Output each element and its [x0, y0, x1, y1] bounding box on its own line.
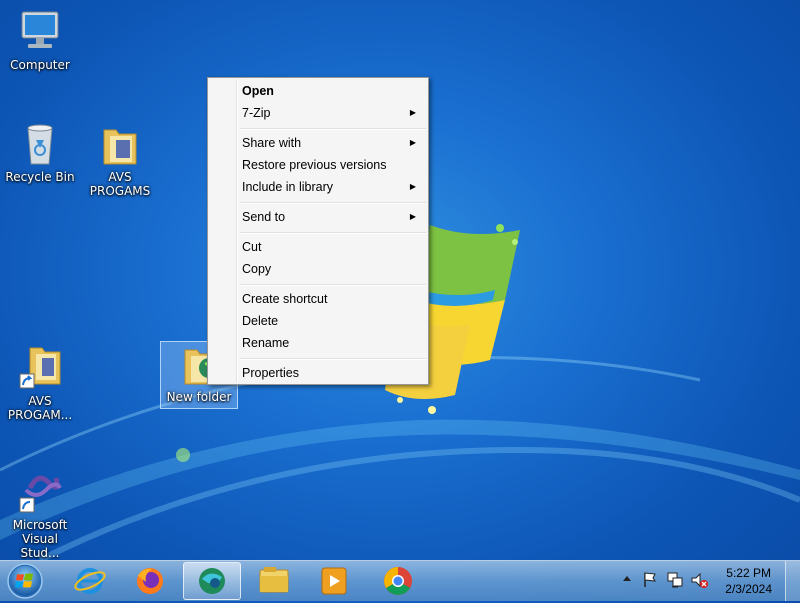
menu-separator — [240, 202, 426, 204]
taskbar-edge[interactable] — [183, 562, 241, 600]
desktop-icon-label: Microsoft Visual Stud... — [12, 518, 68, 560]
menu-separator — [240, 128, 426, 130]
menu-item-properties[interactable]: Properties — [210, 362, 426, 384]
folder-shortcut-icon — [16, 344, 64, 392]
submenu-arrow-icon: ▶ — [409, 182, 416, 191]
menu-item-label: Restore previous versions — [242, 158, 387, 172]
recycle-bin-icon — [16, 120, 64, 168]
desktop-icon-label: Computer — [10, 58, 70, 72]
submenu-arrow-icon: ▶ — [409, 138, 416, 147]
network-icon[interactable] — [666, 571, 684, 592]
desktop-icon-visual-studio[interactable]: Microsoft Visual Stud... — [2, 468, 78, 560]
menu-item-restore-previous-versions[interactable]: Restore previous versions — [210, 154, 426, 176]
desktop-icon-avs-programs-shortcut[interactable]: AVS PROGAM... — [2, 344, 78, 422]
system-tray: 5:22 PM 2/3/2024 — [600, 561, 800, 601]
menu-item-label: Share with — [242, 136, 302, 150]
menu-item-label: Cut — [242, 240, 262, 254]
start-button[interactable] — [5, 562, 45, 600]
internet-explorer-icon — [74, 568, 106, 594]
menu-item-create-shortcut[interactable]: Create shortcut — [210, 288, 426, 310]
taskbar-internet-explorer[interactable] — [62, 562, 118, 600]
taskbar: 5:22 PM 2/3/2024 — [0, 560, 800, 601]
submenu-arrow-icon: ▶ — [409, 212, 416, 221]
menu-item-open[interactable]: Open — [210, 80, 426, 102]
menu-separator — [240, 358, 426, 360]
menu-item-label: Open — [242, 84, 274, 98]
menu-item-label: Properties — [242, 366, 299, 380]
menu-item-label: Send to — [242, 210, 286, 224]
chrome-icon — [384, 567, 412, 595]
edge-icon — [199, 568, 225, 594]
visual-studio-icon — [16, 468, 64, 516]
desktop-icon-label: Recycle Bin — [5, 170, 75, 184]
taskbar-firefox[interactable] — [122, 562, 178, 600]
media-player-icon — [321, 567, 347, 595]
taskbar-media-player[interactable] — [306, 562, 362, 600]
menu-item-label: 7-Zip — [242, 106, 271, 120]
action-center-flag-icon[interactable] — [642, 571, 658, 592]
menu-item-delete[interactable]: Delete — [210, 310, 426, 332]
menu-item-copy[interactable]: Copy — [210, 258, 426, 280]
desktop-icon-label: AVS PROGAMS — [89, 170, 151, 198]
menu-item-label: Copy — [242, 262, 272, 276]
context-menu: Open 7-Zip ▶ Share with ▶ Restore previous… — [207, 77, 429, 385]
windows-start-icon — [7, 563, 43, 599]
clock[interactable]: 5:22 PM 2/3/2024 — [725, 565, 772, 597]
volume-muted-icon[interactable] — [690, 571, 708, 592]
menu-item-send-to[interactable]: Send to ▶ — [210, 206, 426, 228]
file-explorer-icon — [259, 567, 289, 593]
menu-separator — [240, 284, 426, 286]
menu-item-label: Create shortcut — [242, 292, 328, 306]
menu-item-label: Rename — [242, 336, 290, 350]
taskbar-file-explorer[interactable] — [246, 562, 302, 600]
taskbar-chrome[interactable] — [370, 562, 426, 600]
menu-item-7zip[interactable]: 7-Zip ▶ — [210, 102, 426, 124]
menu-item-cut[interactable]: Cut — [210, 236, 426, 258]
firefox-icon — [137, 568, 163, 594]
desktop-icon-label: AVS PROGAM... — [7, 394, 73, 422]
desktop-icon-avs-programs[interactable]: AVS PROGAMS — [82, 120, 158, 198]
clock-date: 2/3/2024 — [725, 582, 772, 596]
show-desktop-button[interactable] — [785, 561, 800, 601]
desktop-icon-computer[interactable]: Computer — [2, 8, 78, 72]
desktop-icon-label: New folder — [166, 390, 232, 404]
menu-item-label: Include in library — [242, 180, 334, 194]
menu-item-label: Delete — [242, 314, 279, 328]
menu-item-share-with[interactable]: Share with ▶ — [210, 132, 426, 154]
menu-item-include-in-library[interactable]: Include in library ▶ — [210, 176, 426, 198]
computer-icon — [16, 8, 64, 56]
show-hidden-icons-chevron-icon[interactable] — [622, 573, 632, 588]
menu-separator — [240, 232, 426, 234]
folder-icon — [96, 120, 144, 168]
clock-time: 5:22 PM — [726, 566, 771, 580]
desktop-icon-recycle-bin[interactable]: Recycle Bin — [2, 120, 78, 184]
submenu-arrow-icon: ▶ — [409, 108, 416, 117]
menu-item-rename[interactable]: Rename — [210, 332, 426, 354]
